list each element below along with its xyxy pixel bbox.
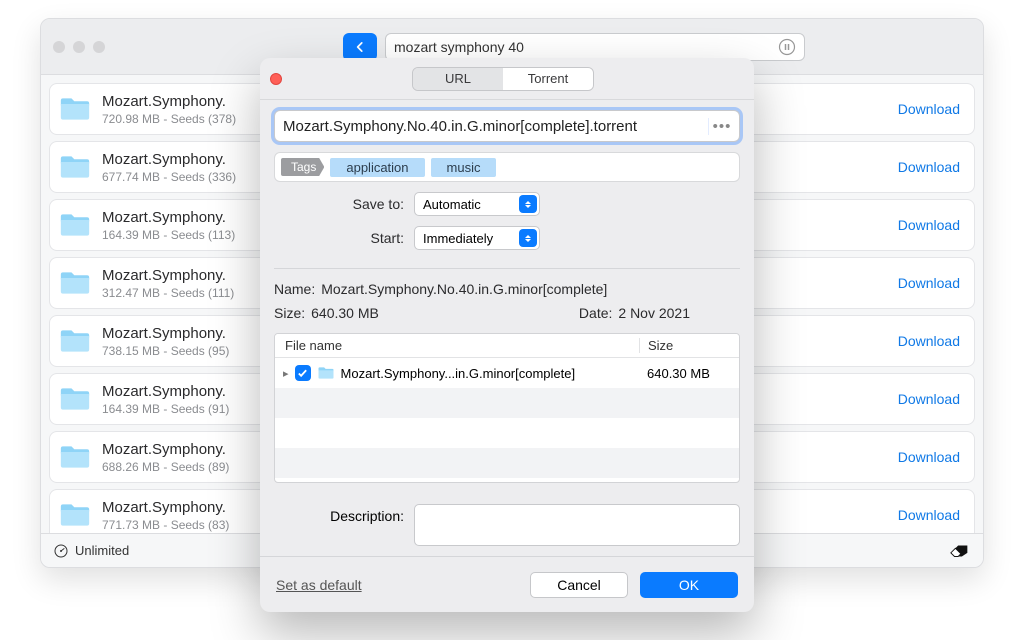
- save-to-select[interactable]: Automatic: [414, 192, 540, 216]
- download-button[interactable]: Download: [898, 449, 960, 465]
- folder-icon: [317, 364, 335, 382]
- tags-label: Tags: [281, 158, 324, 176]
- download-button[interactable]: Download: [898, 507, 960, 523]
- table-row: [275, 388, 739, 418]
- eraser-icon[interactable]: [949, 543, 971, 559]
- chevron-right-icon[interactable]: ▸: [283, 367, 289, 380]
- name-label: Name:: [274, 281, 315, 297]
- cancel-button[interactable]: Cancel: [530, 572, 628, 598]
- download-button[interactable]: Download: [898, 159, 960, 175]
- size-label: Size:: [274, 305, 305, 321]
- save-to-value: Automatic: [423, 197, 481, 212]
- sheet-footer: Set as default Cancel OK: [260, 556, 754, 612]
- folder-icon: [58, 498, 92, 532]
- search-query: mozart symphony 40: [394, 39, 778, 55]
- pause-icon[interactable]: [778, 38, 796, 56]
- download-button[interactable]: Download: [898, 217, 960, 233]
- folder-icon: [58, 150, 92, 184]
- close-sheet-icon[interactable]: [270, 73, 282, 85]
- folder-icon: [58, 208, 92, 242]
- tag-chip[interactable]: music: [431, 158, 497, 177]
- set-default-link[interactable]: Set as default: [276, 577, 362, 593]
- sheet-header: URL Torrent: [260, 58, 754, 100]
- download-button[interactable]: Download: [898, 391, 960, 407]
- torrent-filename: Mozart.Symphony.No.40.in.G.minor[complet…: [283, 118, 709, 135]
- ok-button[interactable]: OK: [640, 572, 738, 598]
- tag-chip[interactable]: application: [330, 158, 424, 177]
- col-filename[interactable]: File name: [275, 338, 639, 353]
- torrent-file-field[interactable]: Mozart.Symphony.No.40.in.G.minor[complet…: [274, 110, 740, 142]
- tab-url[interactable]: URL: [413, 68, 503, 90]
- file-size: 640.30 MB: [639, 366, 739, 381]
- chevron-updown-icon: [519, 195, 537, 213]
- file-contents-table: File name Size ▸ Mozart.Symphony...in.G.…: [274, 333, 740, 483]
- speed-label: Unlimited: [75, 543, 129, 558]
- download-button[interactable]: Download: [898, 275, 960, 291]
- description-label: Description:: [274, 504, 414, 524]
- browse-icon[interactable]: •••: [709, 118, 735, 135]
- name-value: Mozart.Symphony.No.40.in.G.minor[complet…: [321, 281, 607, 297]
- zoom-icon[interactable]: [93, 41, 105, 53]
- chevron-left-icon: [353, 40, 367, 54]
- save-to-label: Save to:: [274, 196, 414, 212]
- gauge-icon: [53, 543, 69, 559]
- table-row[interactable]: ▸ Mozart.Symphony...in.G.minor[complete]…: [275, 358, 739, 388]
- folder-icon: [58, 266, 92, 300]
- download-button[interactable]: Download: [898, 333, 960, 349]
- date-label: Date:: [579, 305, 612, 321]
- tab-torrent[interactable]: Torrent: [503, 68, 593, 90]
- back-button[interactable]: [343, 33, 377, 61]
- folder-icon: [58, 92, 92, 126]
- add-download-sheet: URL Torrent Mozart.Symphony.No.40.in.G.m…: [260, 58, 754, 612]
- table-row: [275, 418, 739, 448]
- col-size[interactable]: Size: [639, 338, 739, 353]
- close-icon[interactable]: [53, 41, 65, 53]
- source-tabs: URL Torrent: [412, 67, 594, 91]
- window-controls: [53, 41, 105, 53]
- start-value: Immediately: [423, 231, 493, 246]
- folder-icon: [58, 440, 92, 474]
- date-value: 2 Nov 2021: [618, 305, 690, 321]
- tags-field[interactable]: Tags application music: [274, 152, 740, 182]
- size-value: 640.30 MB: [311, 305, 379, 321]
- minimize-icon[interactable]: [73, 41, 85, 53]
- folder-icon: [58, 324, 92, 358]
- file-include-checkbox[interactable]: [295, 365, 311, 381]
- download-button[interactable]: Download: [898, 101, 960, 117]
- chevron-updown-icon: [519, 229, 537, 247]
- description-field[interactable]: [414, 504, 740, 546]
- start-select[interactable]: Immediately: [414, 226, 540, 250]
- start-label: Start:: [274, 230, 414, 246]
- search-input[interactable]: mozart symphony 40: [385, 33, 805, 61]
- table-row: [275, 448, 739, 478]
- file-name: Mozart.Symphony...in.G.minor[complete]: [341, 366, 576, 381]
- folder-icon: [58, 382, 92, 416]
